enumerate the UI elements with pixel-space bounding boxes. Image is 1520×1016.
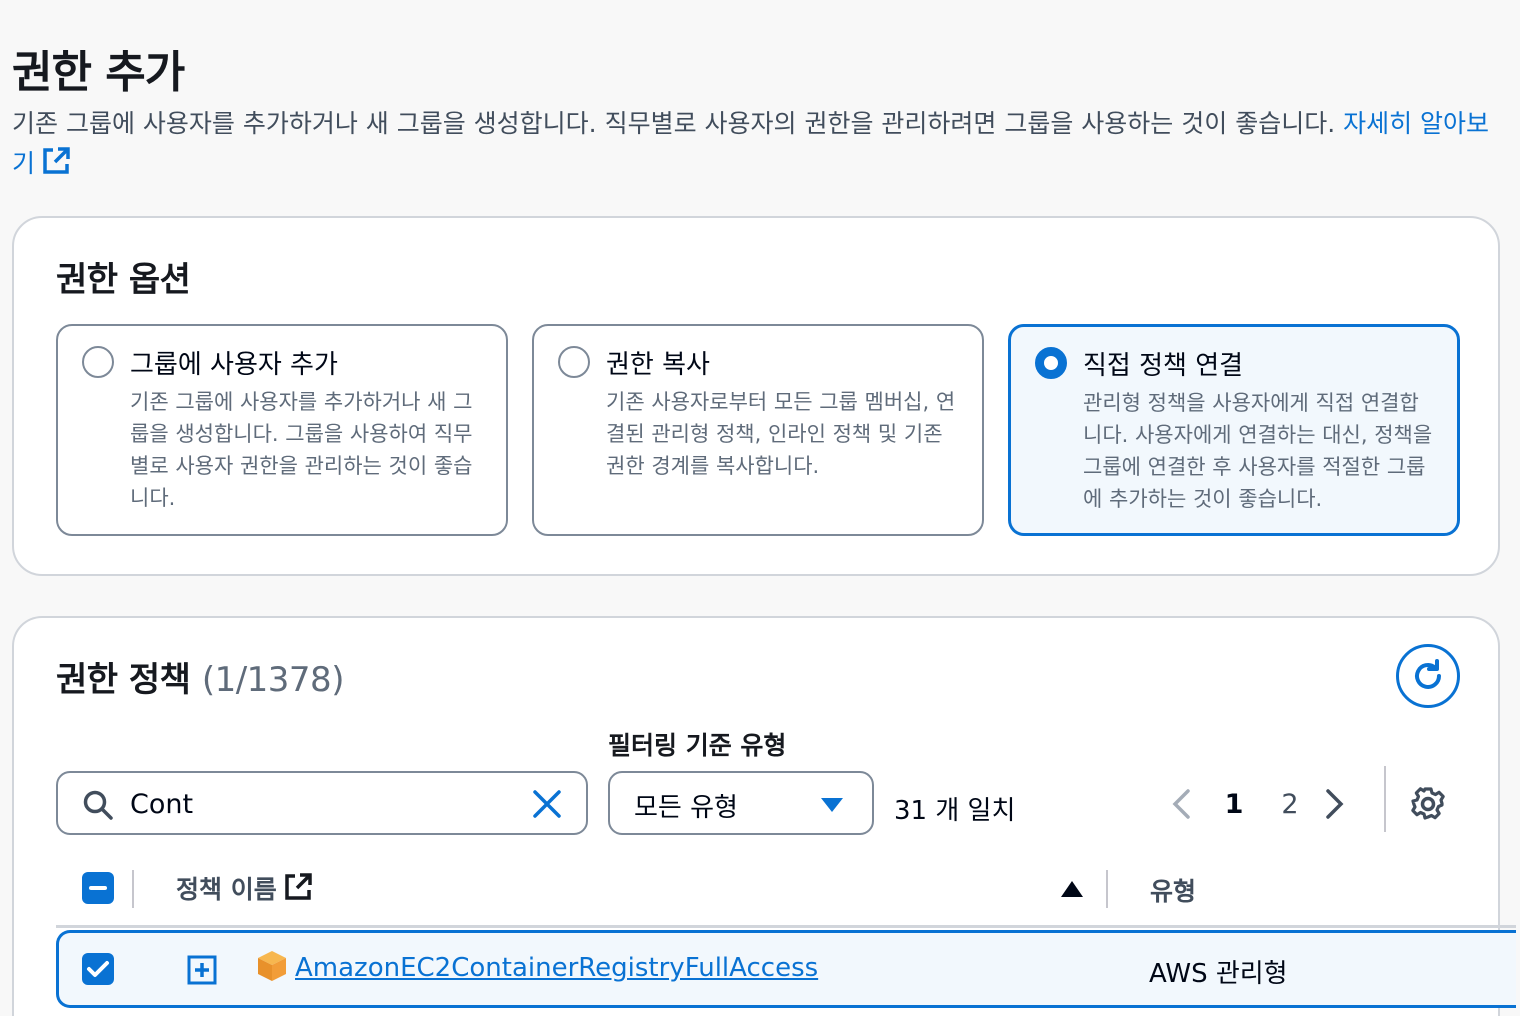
page-2-button[interactable]: 2 [1262, 789, 1318, 820]
filter-type-label: 필터링 기준 유형 [608, 731, 787, 760]
permission-options-title: 권한 옵션 [56, 260, 191, 300]
page-description-text: 기존 그룹에 사용자를 추가하거나 새 그룹을 생성합니다. 직무별로 사용자의… [12, 109, 1344, 138]
expand-plus-icon[interactable] [187, 955, 217, 985]
search-value: Cont [130, 789, 194, 820]
pagination: 1 2 [1162, 766, 1445, 832]
search-icon [83, 790, 113, 820]
pager-divider [1384, 766, 1386, 832]
sort-ascending-icon[interactable] [1060, 880, 1084, 898]
permission-policies-card: 권한 정책 (1/1378) 필터링 기준 유형 Cont 모든 유형 31 개… [12, 616, 1516, 1016]
type-filter-value: 모든 유형 [634, 793, 738, 823]
option-title: 그룹에 사용자 추가 [130, 350, 338, 380]
clear-icon[interactable] [532, 789, 562, 819]
row-checkbox[interactable] [82, 953, 114, 985]
select-all-checkbox[interactable] [82, 872, 114, 904]
option-description: 관리형 정책을 사용자에게 직접 연결합니다. 사용자에게 연결하는 대신, 정… [1083, 391, 1433, 511]
permission-options-card: 권한 옵션 그룹에 사용자 추가 기존 그룹에 사용자를 추가하거나 새 그룹을… [12, 216, 1500, 576]
external-link-icon [284, 873, 312, 900]
caret-down-icon [821, 798, 843, 812]
option-description: 기존 그룹에 사용자를 추가하거나 새 그룹을 생성합니다. 그룹을 사용하여 … [130, 390, 473, 510]
match-count: 31 개 일치 [894, 796, 1016, 826]
option-tile-copy-permissions[interactable]: 권한 복사 기존 사용자로부터 모든 그룹 멤버십, 연결된 관리형 정책, 인… [532, 324, 984, 536]
radio-add-to-group[interactable] [82, 346, 114, 378]
table-row[interactable]: AmazonEC2ContainerRegistryFullAccess AWS… [56, 930, 1516, 1008]
gear-icon[interactable] [1410, 786, 1446, 822]
external-link-icon [43, 147, 70, 174]
option-title: 직접 정책 연결 [1083, 351, 1244, 381]
option-tile-add-to-group[interactable]: 그룹에 사용자 추가 기존 그룹에 사용자를 추가하거나 새 그룹을 생성합니다… [56, 324, 508, 536]
policies-title: 권한 정책 (1/1378) [56, 652, 344, 701]
refresh-icon [1415, 659, 1441, 689]
column-name-label: 정책 이름 [176, 875, 277, 904]
column-divider [1106, 870, 1108, 908]
policy-search-input[interactable]: Cont [56, 771, 588, 835]
refresh-button[interactable] [1396, 644, 1460, 708]
page-1-button[interactable]: 1 [1206, 789, 1262, 820]
radio-attach-policies[interactable] [1035, 347, 1067, 379]
column-divider [132, 870, 134, 908]
column-header-policy-name[interactable]: 정책 이름 [176, 870, 313, 906]
page-title: 권한 추가 [12, 47, 185, 98]
chevron-left-icon[interactable] [1170, 788, 1194, 820]
option-tile-attach-policies[interactable]: 직접 정책 연결 관리형 정책을 사용자에게 직접 연결합니다. 사용자에게 연… [1008, 324, 1460, 536]
chevron-right-icon[interactable] [1322, 788, 1346, 820]
radio-copy-permissions[interactable] [558, 346, 590, 378]
option-title: 권한 복사 [606, 350, 710, 380]
aws-managed-policy-icon [258, 951, 286, 981]
policy-type: AWS 관리형 [1149, 959, 1288, 989]
type-filter-select[interactable]: 모든 유형 [608, 771, 874, 835]
column-header-type[interactable]: 유형 [1150, 872, 1196, 908]
policies-title-text: 권한 정책 [56, 660, 191, 700]
checkmark-icon [87, 961, 109, 977]
page-description: 기존 그룹에 사용자를 추가하거나 새 그룹을 생성합니다. 직무별로 사용자의… [12, 104, 1512, 184]
policies-count: (1/1378) [201, 660, 345, 700]
table-header: 정책 이름 유형 [56, 858, 1516, 928]
option-description: 기존 사용자로부터 모든 그룹 멤버십, 연결된 관리형 정책, 인라인 정책 … [606, 390, 956, 478]
policy-name-link[interactable]: AmazonEC2ContainerRegistryFullAccess [295, 953, 818, 983]
